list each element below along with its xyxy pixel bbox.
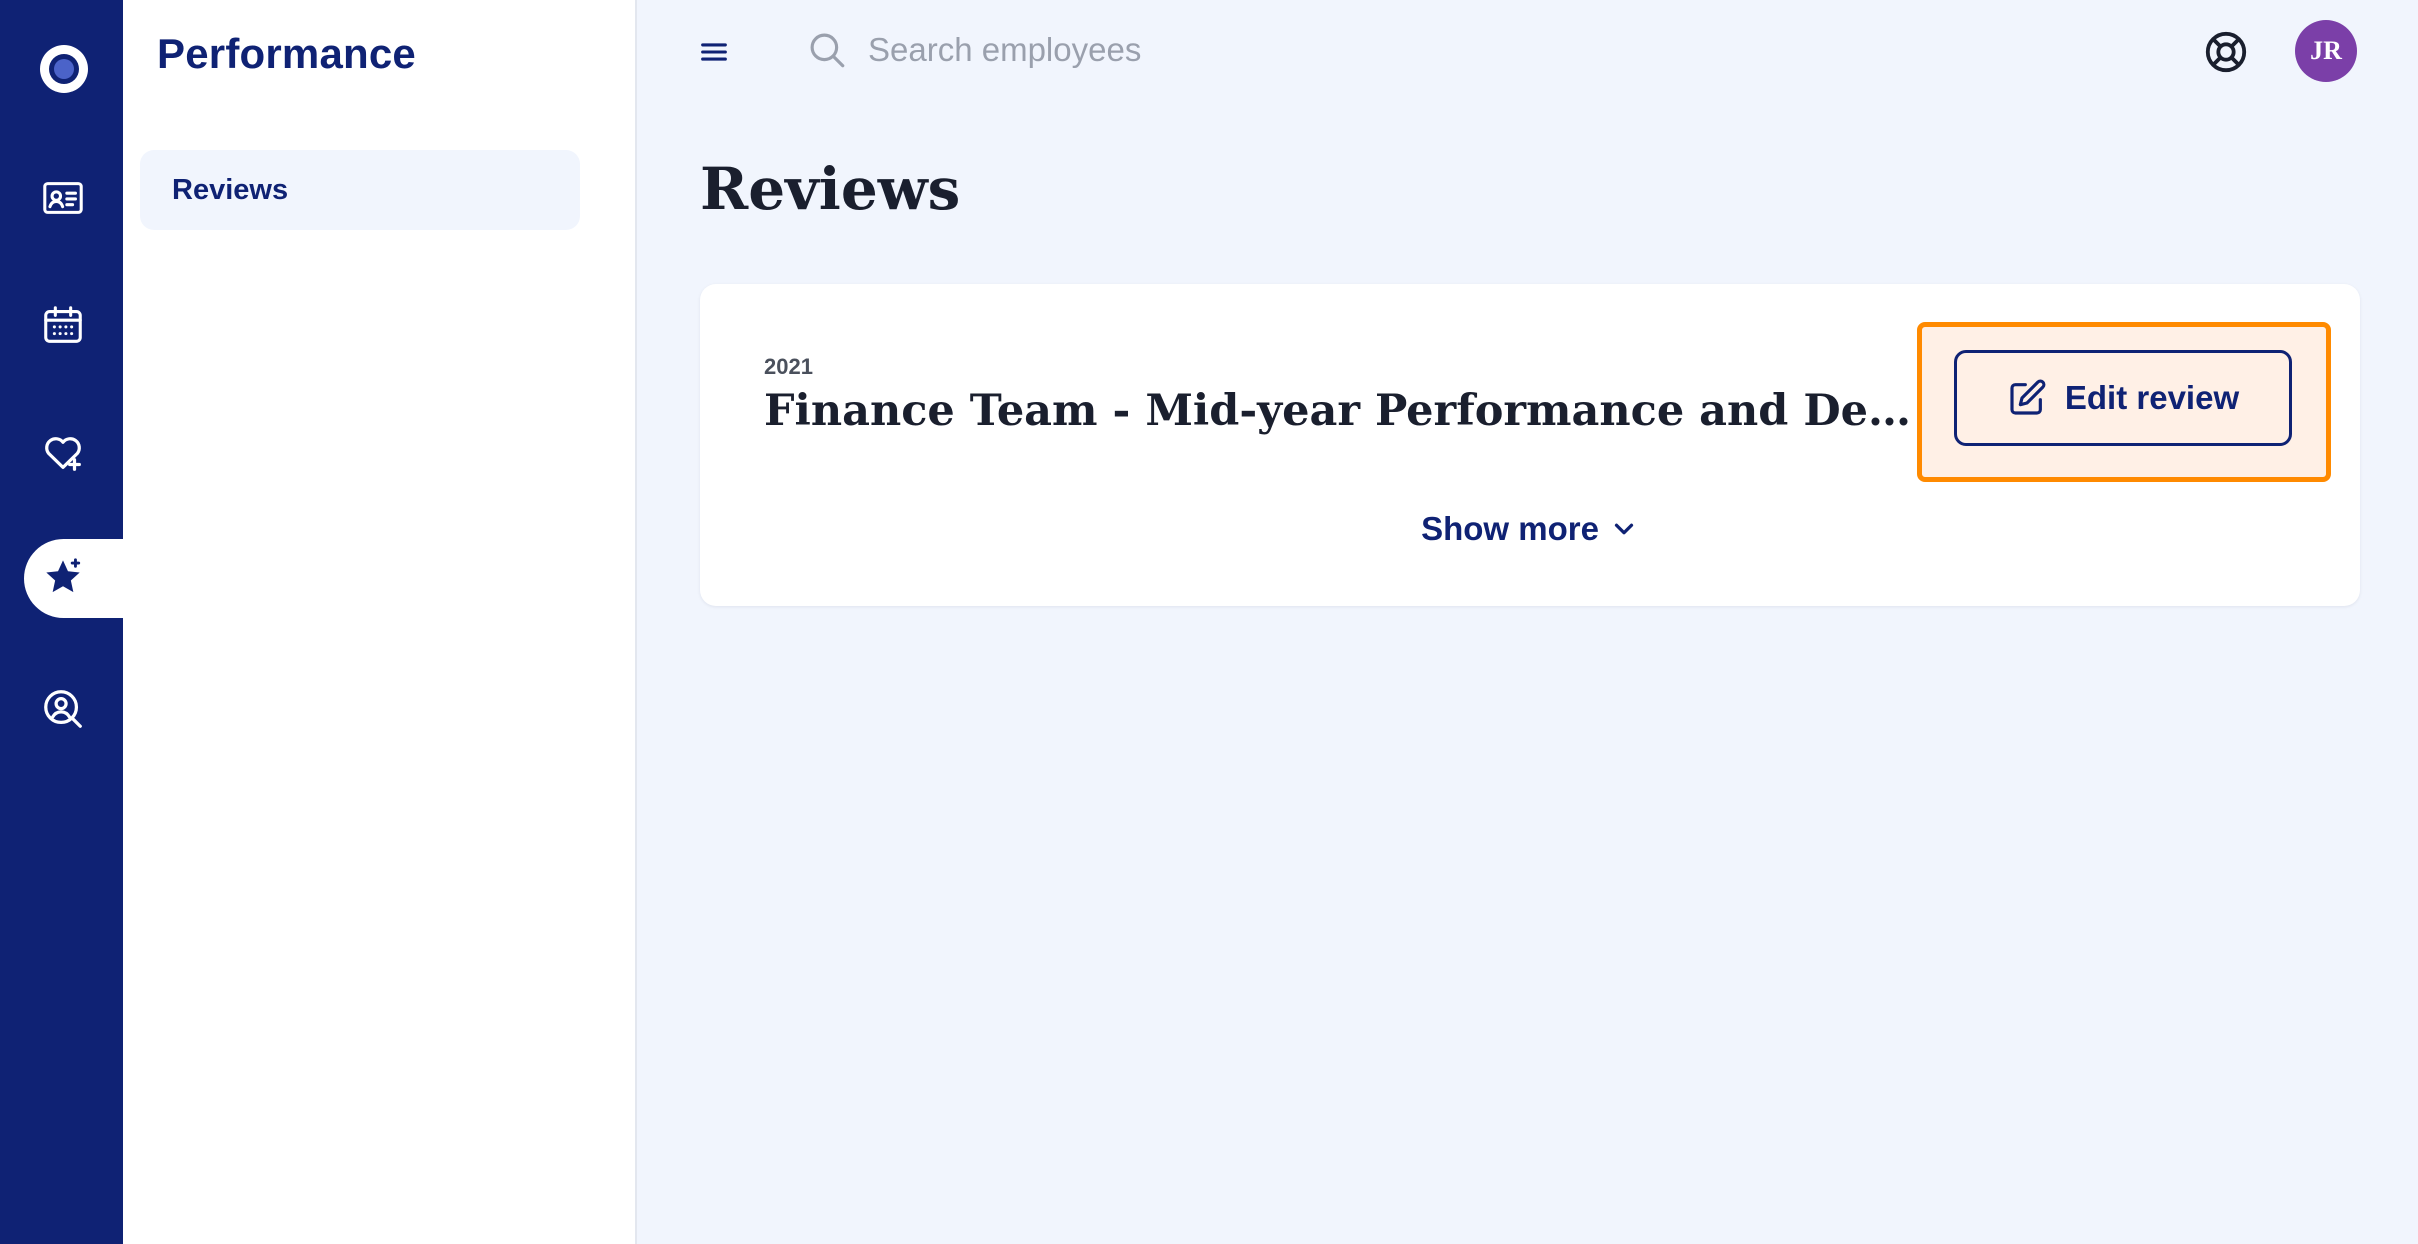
section-sidebar: Performance Reviews	[123, 0, 637, 1244]
subnav-item-reviews[interactable]: Reviews	[140, 150, 580, 230]
review-year: 2021	[764, 354, 813, 379]
rail-item-employees[interactable]	[36, 171, 90, 225]
star-icon	[46, 558, 81, 593]
chevron-down-icon	[1614, 523, 1634, 535]
hamburger-menu-icon	[701, 43, 727, 61]
app-logo-icon[interactable]	[40, 45, 88, 93]
show-more-button[interactable]: Show more	[1420, 504, 1640, 554]
lifebuoy-icon	[2205, 31, 2247, 73]
section-title: Performance	[157, 30, 416, 77]
person-search-icon	[44, 690, 82, 728]
search-bar	[806, 20, 1506, 80]
review-title: Finance Team - Mid-year Performance and …	[764, 386, 1914, 436]
help-button[interactable]	[2200, 26, 2252, 78]
rail-item-calendar[interactable]	[36, 298, 90, 352]
app-icon-rail	[0, 0, 123, 1244]
rail-active-tab	[24, 539, 123, 618]
rail-item-wellbeing[interactable]	[36, 426, 90, 480]
app-logo-ring	[49, 54, 79, 84]
rail-item-performance[interactable]	[36, 551, 90, 605]
menu-toggle-button[interactable]	[692, 30, 736, 74]
edit-review-button[interactable]: Edit review	[1954, 350, 2292, 446]
rail-item-people-search[interactable]	[36, 682, 90, 736]
page-title: Reviews	[700, 155, 961, 223]
employee-card-icon	[43, 182, 83, 214]
show-more-label: Show more	[1421, 510, 1599, 547]
search-input[interactable]	[868, 31, 1488, 69]
edit-review-label: Edit review	[2064, 379, 2240, 416]
edit-pencil-icon	[2010, 379, 2046, 415]
review-card: 2021 Finance Team - Mid-year Performance…	[700, 284, 2360, 606]
heart-plus-icon	[45, 437, 81, 471]
calendar-icon	[44, 306, 82, 343]
search-icon	[810, 33, 845, 68]
user-avatar[interactable]: JR	[2295, 20, 2357, 82]
app-logo-core	[54, 59, 74, 79]
